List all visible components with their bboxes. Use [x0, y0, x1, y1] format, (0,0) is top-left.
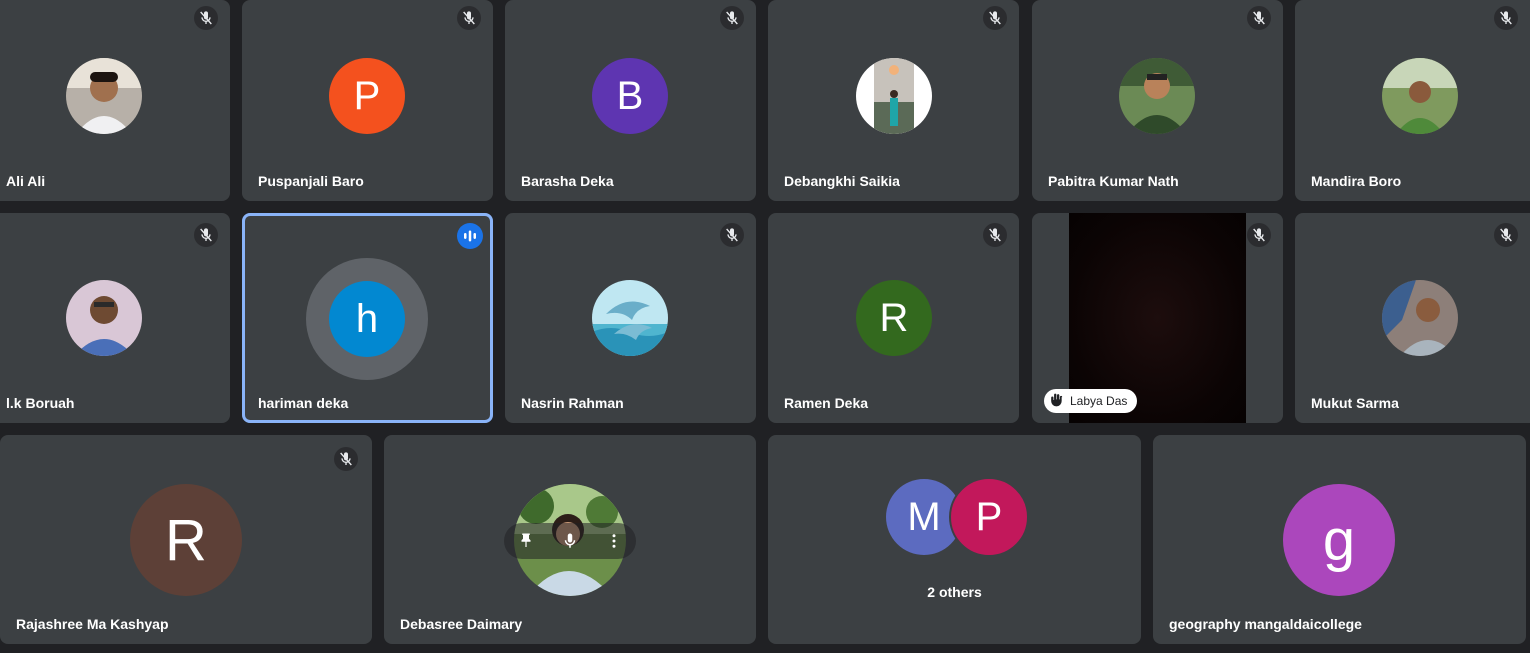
participant-name: Pabitra Kumar Nath — [1048, 173, 1179, 189]
participant-name: Nasrin Rahman — [521, 395, 624, 411]
others-avatar: P — [949, 477, 1029, 557]
participant-tile-speaking[interactable]: h hariman deka — [242, 213, 493, 423]
participant-avatar: h — [329, 281, 405, 357]
others-tile[interactable]: M P 2 others — [768, 435, 1141, 644]
participant-name: Rajashree Ma Kashyap — [16, 616, 169, 632]
others-count-label: 2 others — [927, 584, 982, 600]
avatar-initial: B — [616, 73, 644, 118]
participant-avatar: B — [592, 58, 668, 134]
avatar-initial: R — [879, 295, 909, 340]
participant-avatar-photo — [856, 58, 932, 134]
participant-tile[interactable]: R Ramen Deka — [768, 213, 1019, 423]
participant-avatar: g — [1283, 484, 1395, 596]
participant-avatar-photo — [1119, 58, 1195, 134]
mic-off-icon — [720, 6, 744, 30]
participant-avatar-photo — [592, 280, 668, 356]
mic-off-icon — [983, 223, 1007, 247]
participant-avatar: P — [329, 58, 405, 134]
raised-hand-chip: Labya Das — [1044, 389, 1138, 413]
participant-name: Puspanjali Baro — [258, 173, 364, 189]
participant-tile[interactable]: Nasrin Rahman — [505, 213, 756, 423]
avatar-initial: R — [165, 507, 207, 573]
participant-name: l.k Boruah — [6, 395, 75, 411]
mic-off-icon — [1247, 223, 1271, 247]
pin-icon[interactable] — [512, 527, 540, 555]
avatar-initial: h — [355, 296, 379, 341]
mic-off-icon — [983, 6, 1007, 30]
participant-tile[interactable]: l.k Boruah — [0, 213, 230, 423]
participant-tile[interactable]: Pabitra Kumar Nath — [1032, 0, 1283, 201]
participant-name: Debangkhi Saikia — [784, 173, 900, 189]
mic-off-icon — [1494, 6, 1518, 30]
participant-name: Mukut Sarma — [1311, 395, 1399, 411]
participant-avatar: R — [856, 280, 932, 356]
participant-tile[interactable]: B Barasha Deka — [505, 0, 756, 201]
participant-tile[interactable]: g geography mangaldaicollege — [1153, 435, 1526, 644]
mic-off-icon — [720, 223, 744, 247]
mic-off-icon — [457, 6, 481, 30]
participant-tile-video[interactable]: Labya Das — [1032, 213, 1283, 423]
participant-avatar-photo — [1382, 58, 1458, 134]
participant-name: hariman deka — [258, 395, 349, 411]
participant-name: Labya Das — [1070, 394, 1128, 408]
mic-icon[interactable] — [556, 527, 584, 555]
participant-tile[interactable]: Mandira Boro — [1295, 0, 1530, 201]
participant-tile[interactable]: Debasree Daimary — [384, 435, 756, 644]
avatar-initial: P — [353, 73, 381, 118]
participant-avatar-photo — [1382, 280, 1458, 356]
participant-name: Ramen Deka — [784, 395, 869, 411]
participant-tile[interactable]: Debangkhi Saikia — [768, 0, 1019, 201]
mic-off-icon — [334, 447, 358, 471]
mic-off-icon — [1494, 223, 1518, 247]
participant-name: Ali Ali — [6, 173, 46, 189]
meeting-grid: Ali Ali P Puspanjali Baro B Barasha Deka… — [0, 0, 1530, 653]
more-vert-icon[interactable] — [600, 527, 628, 555]
participant-name: Debasree Daimary — [400, 616, 523, 632]
avatar-initial: P — [975, 494, 1003, 539]
participant-tile[interactable]: Ali Ali — [0, 0, 230, 201]
tile-hover-controls — [504, 523, 636, 559]
participant-name: Mandira Boro — [1311, 173, 1402, 189]
avatar-initial: g — [1322, 507, 1356, 573]
participant-name: Barasha Deka — [521, 173, 614, 189]
avatar-initial: M — [907, 494, 941, 539]
participant-tile[interactable]: P Puspanjali Baro — [242, 0, 493, 201]
participant-avatar: R — [130, 484, 242, 596]
raised-hand-icon — [1050, 393, 1064, 410]
mic-off-icon — [1247, 6, 1271, 30]
participant-avatar-photo — [66, 280, 142, 356]
participant-avatar-photo — [66, 58, 142, 134]
mic-off-icon — [194, 6, 218, 30]
participant-tile[interactable]: R Rajashree Ma Kashyap — [0, 435, 372, 644]
mic-off-icon — [194, 223, 218, 247]
speaking-indicator-icon — [457, 223, 483, 249]
participant-name: geography mangaldaicollege — [1169, 616, 1362, 632]
participant-tile[interactable]: Mukut Sarma — [1295, 213, 1530, 423]
